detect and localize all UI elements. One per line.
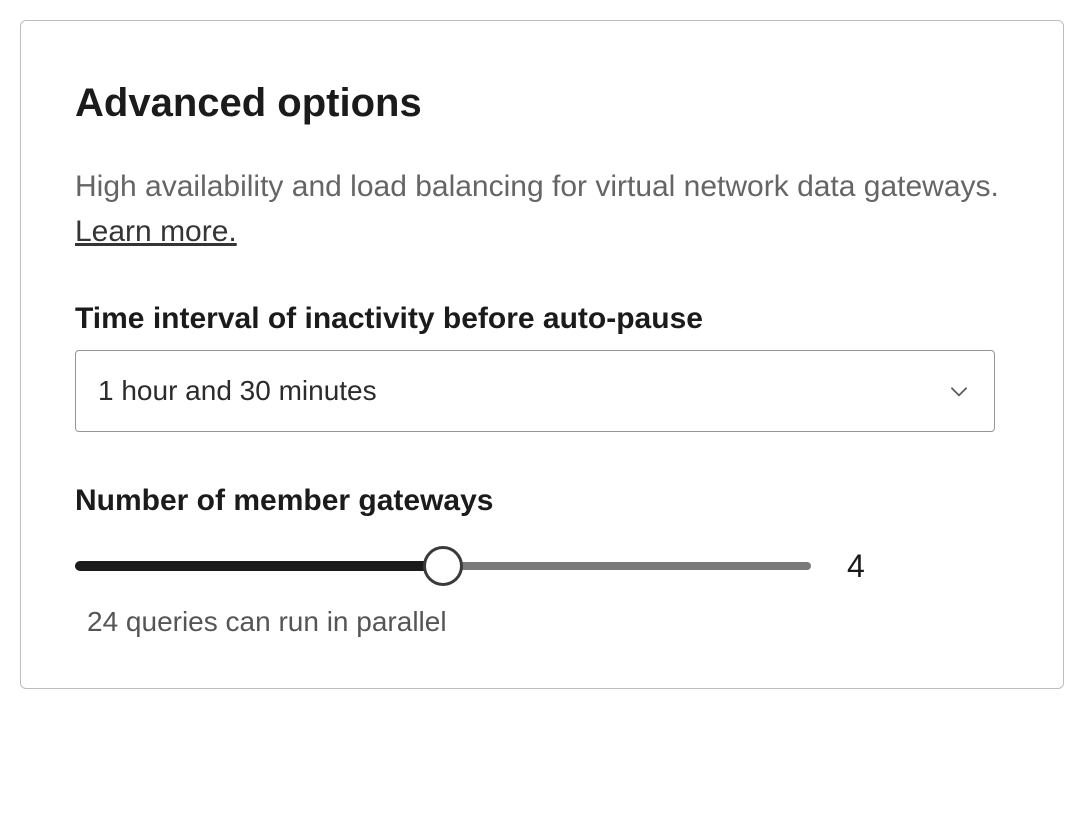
advanced-options-panel: Advanced options High availability and l… [20,20,1064,689]
chevron-down-icon [946,378,972,404]
autopause-select[interactable]: 1 hour and 30 minutes [75,350,995,432]
gateways-slider-value: 4 [847,548,887,585]
gateways-slider-row: 4 [75,546,1009,586]
description-text: High availability and load balancing for… [75,170,999,203]
gateways-label: Number of member gateways [75,484,1009,518]
gateways-helper-text: 24 queries can run in parallel [87,606,1009,638]
learn-more-link[interactable]: Learn more. [75,215,237,248]
panel-description: High availability and load balancing for… [75,164,1009,254]
autopause-label: Time interval of inactivity before auto-… [75,302,1009,336]
slider-thumb[interactable] [423,546,463,586]
autopause-selected-value: 1 hour and 30 minutes [98,375,377,407]
gateways-slider[interactable] [75,546,811,586]
slider-track-fill [75,561,443,571]
panel-title: Advanced options [75,81,1009,126]
autopause-select-wrap: 1 hour and 30 minutes [75,350,995,432]
